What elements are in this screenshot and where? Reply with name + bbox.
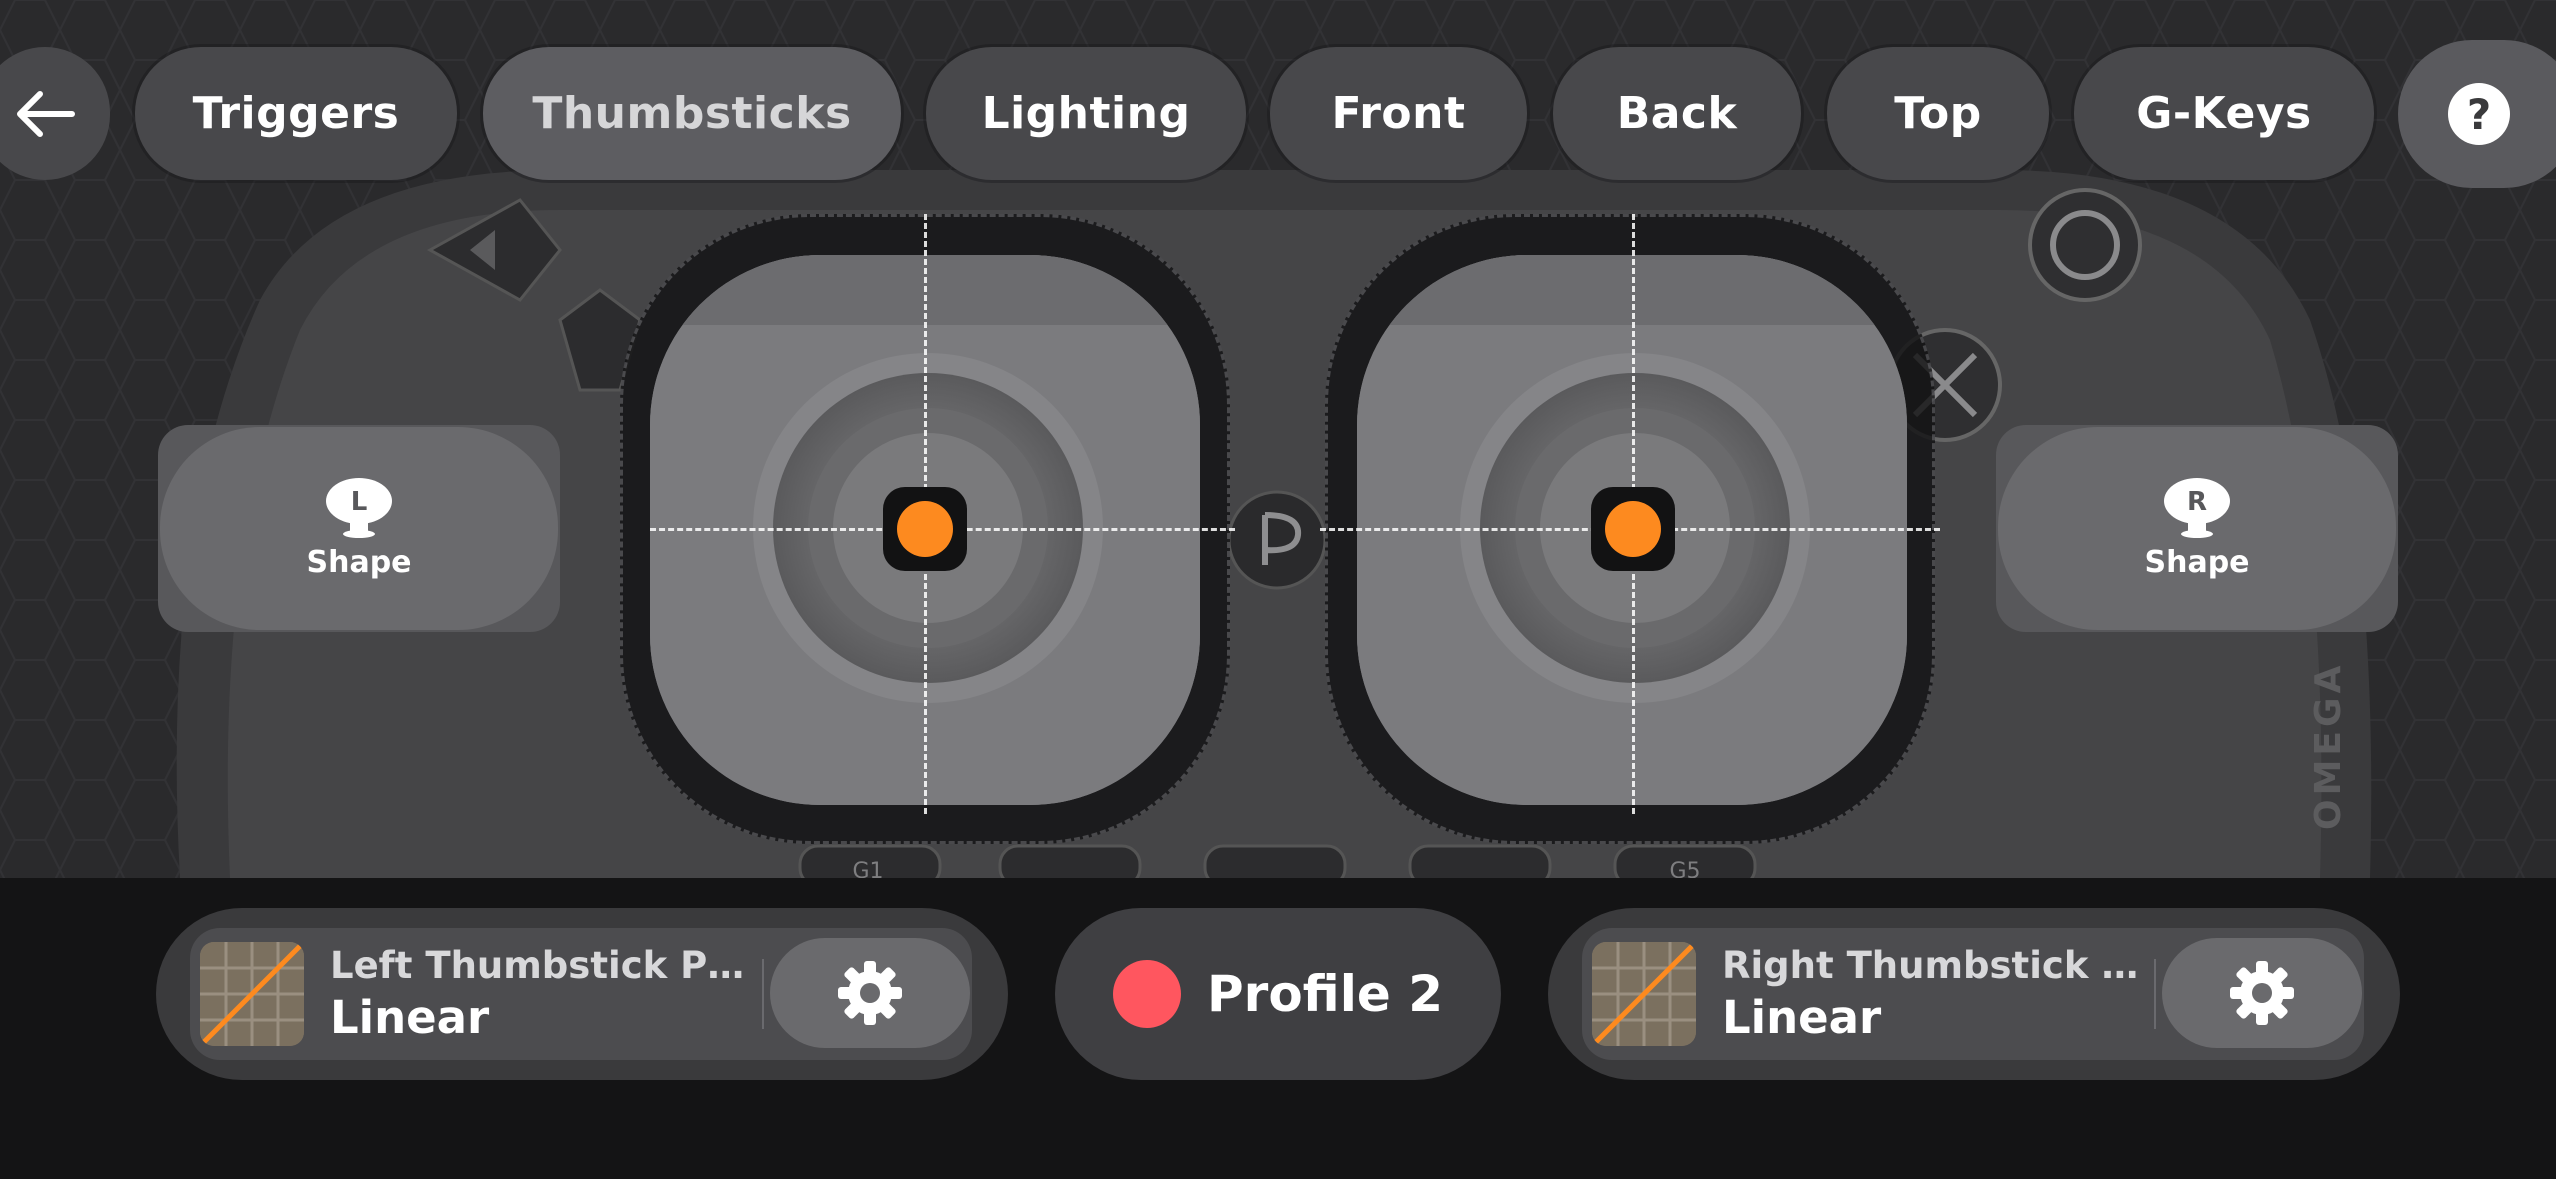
left-preset-settings-button[interactable] [770,938,970,1048]
right-stick-position-handle[interactable] [1591,487,1675,571]
left-stick-badge: L [351,487,368,517]
tab-back[interactable]: Back [1553,47,1801,180]
right-preset-title: Right Thumbstick P... [1722,944,2152,987]
left-shape-button[interactable]: L Shape [160,427,558,630]
profile-color-indicator [1113,960,1182,1028]
left-shape-card: L Shape [158,425,560,632]
profile-button[interactable]: Profile 2 [1055,908,1501,1080]
tab-triggers[interactable]: Triggers [135,47,457,180]
gear-icon [2230,961,2294,1025]
right-stick-badge: R [2187,487,2207,517]
left-stick-position-dot [897,501,953,557]
divider [762,959,764,1029]
curve-graph-icon [200,942,304,1046]
right-stick-icon: R [2164,478,2230,538]
tab-front[interactable]: Front [1270,47,1527,180]
help-button[interactable]: ? [2398,40,2556,188]
right-preset-settings-button[interactable] [2162,938,2362,1048]
right-shape-card: R Shape [1996,425,2398,632]
tab-g-keys[interactable]: G-Keys [2074,47,2374,180]
left-preset-title: Left Thumbstick Pre... [330,944,760,987]
curve-graph-icon [1592,942,1696,1046]
brand-label: OMEGA [2308,662,2349,830]
divider [2154,959,2156,1029]
help-icon: ? [2448,83,2510,145]
left-stick-icon: L [326,478,392,538]
left-preset-value: Linear [330,991,490,1044]
left-stick-position-handle[interactable] [883,487,967,571]
back-arrow-icon [17,90,75,137]
right-preset-panel: Right Thumbstick P... Linear [1548,908,2400,1080]
right-stick-position-dot [1605,501,1661,557]
left-preset-panel: Left Thumbstick Pre... Linear [156,908,1008,1080]
tab-thumbsticks[interactable]: Thumbsticks [483,47,901,180]
g1-label: G1 [852,859,883,878]
left-shape-label: Shape [306,545,412,580]
tab-lighting[interactable]: Lighting [926,47,1246,180]
right-shape-button[interactable]: R Shape [1998,427,2396,630]
gear-icon [838,961,902,1025]
profile-label: Profile 2 [1207,965,1443,1023]
right-shape-label: Shape [2144,545,2250,580]
g5-label: G5 [1669,859,1700,878]
right-preset-value: Linear [1722,991,1882,1044]
tab-top[interactable]: Top [1827,47,2049,180]
